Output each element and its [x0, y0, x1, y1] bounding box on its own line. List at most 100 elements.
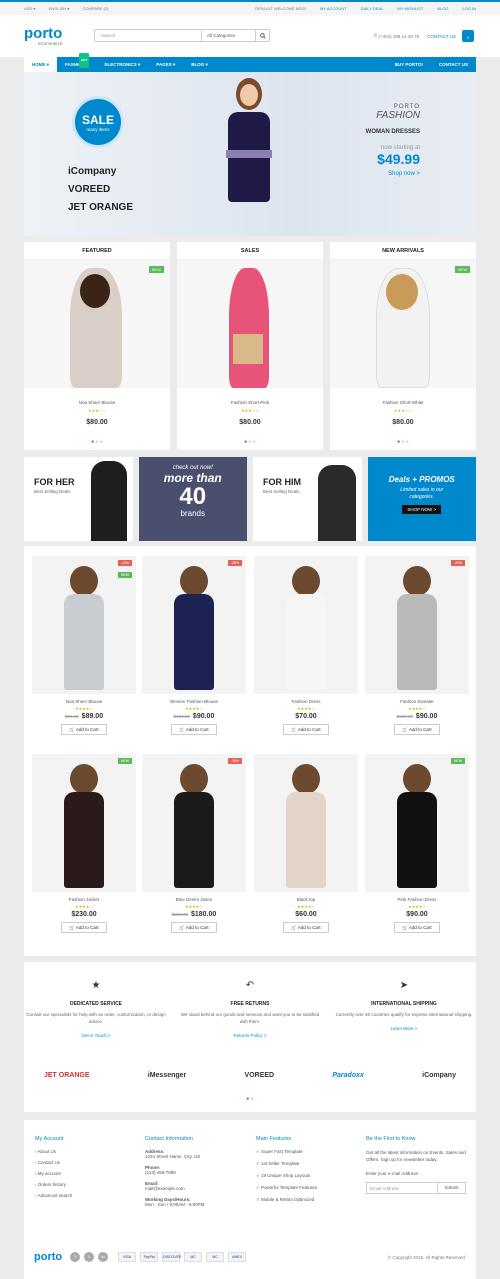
- learn-more-link[interactable]: Learn More >: [334, 1026, 474, 1031]
- add-to-cart-button[interactable]: 🛒 Add to Cart: [61, 724, 107, 735]
- sales-column[interactable]: SALES Fashion Short-Pink ★★★☆☆ $80.00 ● …: [177, 242, 323, 450]
- featured-column[interactable]: FEATURED NEW Noa Sheer Blouse ★★★☆☆ $80.…: [24, 242, 170, 450]
- add-to-cart-button[interactable]: 🛒 Add to Cart: [61, 922, 107, 933]
- banner-deals-promos[interactable]: Deals + PROMOS Limited sales in our cate…: [367, 457, 476, 541]
- header-contact-link[interactable]: CONTACT US: [427, 34, 456, 39]
- brand-logo[interactable]: iMessenger: [148, 1072, 187, 1079]
- product-image[interactable]: [254, 754, 358, 892]
- product-name[interactable]: Black top: [254, 897, 358, 902]
- footer-logo[interactable]: porto: [34, 1250, 62, 1264]
- product-name[interactable]: Women Fashion-Blouse: [142, 699, 246, 704]
- my-account-link[interactable]: MY ACCOUNT: [320, 6, 347, 11]
- add-to-cart-button[interactable]: 🛒 Add to Cart: [394, 922, 440, 933]
- product-card[interactable]: NEW Fashion Jacket ★★★★☆ $230.00 🛒 Add to Ca…: [32, 754, 136, 944]
- product-image[interactable]: [24, 260, 170, 388]
- banner-more-than-40[interactable]: check out now! more than 40 brands: [138, 457, 247, 541]
- shop-now-button[interactable]: SHOP NOW >: [402, 505, 442, 514]
- brand-jet-orange: JET ORANGE: [68, 202, 134, 213]
- new-arrivals-column[interactable]: NEW ARRIVALS NEW Fashion Short-White ★★★…: [330, 242, 476, 450]
- cart-icon: 🛒: [69, 727, 75, 732]
- currency-select[interactable]: USD ▾: [24, 6, 36, 11]
- product-name[interactable]: Noa Sheer Blouse: [32, 699, 136, 704]
- language-select[interactable]: ENGLISH ▾: [49, 6, 70, 11]
- add-to-cart-button[interactable]: 🛒 Add to Cart: [394, 724, 440, 735]
- product-card[interactable]: NEW Pink Fashion Dress ★★★★☆ $90.00 🛒 Add to…: [365, 754, 469, 944]
- facebook-icon[interactable]: f: [70, 1252, 81, 1262]
- nav-contact[interactable]: CONTACT US: [431, 57, 476, 72]
- product-name[interactable]: Fashion Dress: [254, 699, 358, 704]
- get-in-touch-link[interactable]: Get in Touch >: [26, 1033, 166, 1038]
- product-card[interactable]: -20% Blue Denim Jeans ★★★★☆ $220.00 $180.00 🛒…: [142, 754, 246, 944]
- product-name[interactable]: Fashion Jacket: [32, 897, 136, 902]
- nav-fashion[interactable]: FASHION ▾ HOT: [57, 53, 97, 72]
- nav-buy-porto[interactable]: BUY PORTO!: [387, 57, 431, 72]
- brand-logo[interactable]: JET ORANGE: [44, 1072, 90, 1079]
- product-image[interactable]: -20%: [142, 754, 246, 892]
- product-name[interactable]: Fashion Short-White: [330, 400, 476, 405]
- product-card[interactable]: Black top ★★★★☆ $60.00 🛒 Add to Cart: [254, 754, 358, 944]
- brand-logo[interactable]: Paradoxx: [332, 1072, 364, 1079]
- footer-link[interactable]: ✓ Super Fast Template: [256, 1149, 317, 1155]
- nav-electronics[interactable]: ELECTRONICS ▾: [97, 57, 149, 72]
- product-image[interactable]: -10% NEW: [32, 556, 136, 694]
- nav-home[interactable]: HOME ▾: [24, 57, 58, 72]
- brand-logo[interactable]: VOREED: [245, 1072, 275, 1079]
- nav-blog[interactable]: BLOG ▾: [183, 57, 216, 72]
- newsletter-email-input[interactable]: Email Address: [366, 1182, 438, 1194]
- hero-banner[interactable]: SALE many items iCompany VOREED JET ORANG…: [24, 72, 476, 236]
- banner-for-her[interactable]: FOR HER Best Selling Deals: [24, 457, 133, 541]
- footer-link[interactable]: › About Us: [35, 1149, 72, 1154]
- linkedin-icon[interactable]: in: [98, 1252, 109, 1262]
- footer-link[interactable]: ✓ 19 Unique Shop Layouts: [256, 1173, 317, 1179]
- add-to-cart-button[interactable]: 🛒 Add to Cart: [171, 922, 217, 933]
- product-name[interactable]: Fashion Short-Pink: [177, 400, 323, 405]
- product-card[interactable]: -10% NEW Noa Sheer Blouse ★★★★☆ $99.00 $89.00…: [32, 556, 136, 746]
- product-image[interactable]: [330, 260, 476, 388]
- footer-link[interactable]: › Contact Us: [35, 1160, 72, 1165]
- wishlist-link[interactable]: MY WISHLIST: [397, 6, 423, 11]
- footer-link[interactable]: ✓ 1st Seller Template: [256, 1161, 317, 1167]
- product-name[interactable]: Pink Fashion Dress: [365, 897, 469, 902]
- product-name[interactable]: Blue Denim Jeans: [142, 897, 246, 902]
- logo[interactable]: porto eCommerce: [24, 26, 63, 46]
- footer-link[interactable]: ✓ Powerful Template Features: [256, 1185, 317, 1191]
- nav-pages[interactable]: PAGES ▾: [148, 57, 183, 72]
- cart-button[interactable]: 2: [462, 30, 474, 42]
- product-image[interactable]: NEW: [32, 754, 136, 892]
- category-select[interactable]: All Categories: [201, 30, 255, 41]
- brand-carousel-dots[interactable]: ● ●: [24, 1096, 476, 1102]
- product-card[interactable]: -20% Fashion Sweater ★★★★☆ $100.00 $90.00 🛒 A…: [365, 556, 469, 746]
- product-image[interactable]: NEW: [365, 754, 469, 892]
- returns-policy-link[interactable]: Returns Policy >: [180, 1033, 320, 1038]
- product-image[interactable]: [254, 556, 358, 694]
- blog-link[interactable]: BLOG: [437, 6, 448, 11]
- new-badge: NEW: [148, 266, 164, 273]
- product-card[interactable]: -25% Women Fashion-Blouse ★★★★☆ $120.00 $90.…: [142, 556, 246, 746]
- footer-link[interactable]: ✓ Mobile & Retina Optimized: [256, 1197, 317, 1203]
- footer-link[interactable]: › My account: [35, 1171, 72, 1176]
- product-image[interactable]: -20%: [365, 556, 469, 694]
- newsletter-submit-button[interactable]: Submit: [438, 1182, 466, 1194]
- login-link[interactable]: LOG IN: [462, 6, 476, 11]
- add-to-cart-button[interactable]: 🛒 Add to Cart: [283, 922, 329, 933]
- hero-shop-now[interactable]: Shop now >: [366, 171, 420, 177]
- twitter-icon[interactable]: t: [84, 1252, 95, 1262]
- search-input[interactable]: Search: [95, 30, 201, 41]
- footer-link[interactable]: › Orders history: [35, 1182, 72, 1187]
- product-image[interactable]: [177, 260, 323, 388]
- add-to-cart-button[interactable]: 🛒 Add to Cart: [283, 724, 329, 735]
- carousel-dots[interactable]: ● ● ●: [177, 439, 323, 445]
- product-image[interactable]: -25%: [142, 556, 246, 694]
- carousel-dots[interactable]: ● ● ●: [330, 439, 476, 445]
- product-name[interactable]: Fashion Sweater: [365, 699, 469, 704]
- brand-logo[interactable]: iCompany: [422, 1072, 456, 1079]
- compare-link[interactable]: COMPARE (2): [83, 6, 109, 11]
- footer-link[interactable]: › Advanced search: [35, 1193, 72, 1198]
- search-button[interactable]: [255, 30, 269, 41]
- daily-deal-link[interactable]: DAILY DEAL: [361, 6, 384, 11]
- carousel-dots[interactable]: ● ● ●: [24, 439, 170, 445]
- banner-for-him[interactable]: FOR HIM Best Selling Deals: [253, 457, 362, 541]
- product-card[interactable]: Fashion Dress ★★★★☆ $70.00 🛒 Add to Cart: [254, 556, 358, 746]
- product-name[interactable]: Noa Sheer Blouse: [24, 400, 170, 405]
- add-to-cart-button[interactable]: 🛒 Add to Cart: [171, 724, 217, 735]
